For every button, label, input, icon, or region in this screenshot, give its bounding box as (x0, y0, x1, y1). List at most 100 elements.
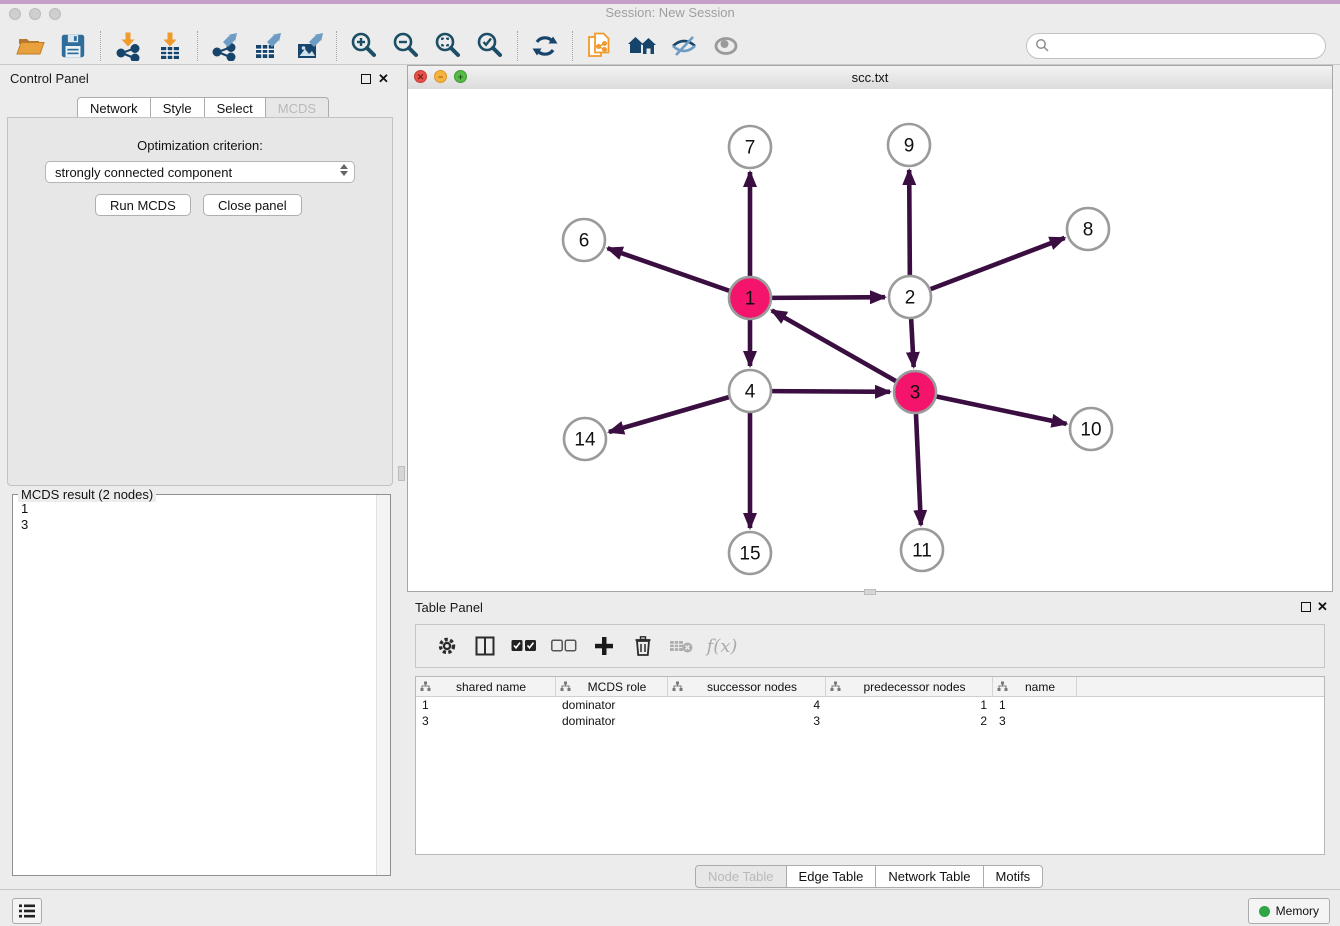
node-9[interactable]: 9 (888, 124, 930, 166)
node-label: 3 (910, 383, 921, 404)
node-7[interactable]: 7 (729, 126, 771, 168)
node-11[interactable]: 11 (901, 529, 943, 571)
edge-3-10[interactable] (937, 397, 1067, 424)
first-neighbors-button[interactable] (621, 29, 663, 63)
delete-table-button[interactable] (662, 629, 700, 663)
column-header-shared-name[interactable]: shared name (416, 677, 556, 696)
tab-edge-table[interactable]: Edge Table (787, 865, 877, 888)
control-panel-title: Control Panel (10, 71, 89, 86)
application-window: Session: New Session (0, 0, 1340, 926)
edge-2-8[interactable] (931, 238, 1065, 289)
edge-1-2[interactable] (772, 297, 885, 298)
horizontal-divider-handle[interactable] (864, 589, 876, 595)
node-15[interactable]: 15 (729, 532, 771, 574)
table-panel-close-icon[interactable]: ✕ (1317, 602, 1328, 612)
result-line: 3 (21, 517, 28, 533)
select-all-button[interactable] (504, 629, 544, 663)
open-session-button[interactable] (10, 29, 52, 63)
tab-motifs[interactable]: Motifs (984, 865, 1044, 888)
table-panel-tabs: Node TableEdge TableNetwork TableMotifs (695, 865, 1043, 888)
edge-4-3[interactable] (772, 391, 890, 392)
table-body: 1dominator4113dominator323 (416, 697, 1324, 729)
control-panel-float-icon[interactable] (361, 74, 371, 84)
node-1[interactable]: 1 (729, 277, 771, 319)
toolbar-separator (517, 31, 518, 61)
column-header-name[interactable]: name (993, 677, 1077, 696)
control-panel-close-icon[interactable]: ✕ (378, 74, 389, 84)
apply-layout-button[interactable] (524, 29, 566, 63)
node-3[interactable]: 3 (894, 371, 936, 413)
network-window-title: scc.txt (408, 70, 1332, 85)
add-icon (594, 636, 614, 656)
search-input[interactable] (1026, 33, 1326, 59)
network-canvas[interactable]: 7 9 6 8 1 2 4 3 14 10 15 11 (408, 89, 1332, 591)
save-session-button[interactable] (52, 29, 94, 63)
main-toolbar (0, 27, 1340, 65)
create-column-button[interactable] (584, 629, 624, 663)
export-image-button[interactable] (288, 29, 330, 63)
show-columns-button[interactable] (466, 629, 504, 663)
node-6[interactable]: 6 (563, 219, 605, 261)
memory-status-icon (1259, 906, 1270, 917)
run-mcds-button[interactable]: Run MCDS (95, 194, 191, 216)
import-table-button[interactable] (149, 29, 191, 63)
search-field-wrap (1026, 33, 1326, 59)
home-icon (626, 31, 658, 61)
gear-icon (436, 635, 458, 657)
optimization-criterion-label: Optimization criterion: (8, 138, 392, 153)
node-10[interactable]: 10 (1070, 408, 1112, 450)
node-label: 2 (905, 288, 916, 309)
column-header-predecessor-nodes[interactable]: predecessor nodes (826, 677, 993, 696)
zoom-out-button[interactable] (385, 29, 427, 63)
cell-successor-nodes: 4 (668, 698, 826, 712)
edge-1-6[interactable] (608, 248, 730, 290)
export-network-icon (210, 31, 240, 61)
zoom-fit-button[interactable] (427, 29, 469, 63)
table-settings-button[interactable] (428, 629, 466, 663)
export-image-icon (294, 31, 324, 61)
node-8[interactable]: 8 (1067, 208, 1109, 250)
edge-3-1[interactable] (772, 310, 896, 381)
mcds-result-box: MCDS result (2 nodes) 13 (12, 494, 391, 876)
table-row[interactable]: 1dominator411 (416, 697, 1324, 713)
node-2[interactable]: 2 (889, 276, 931, 318)
new-network-from-file-button[interactable] (579, 29, 621, 63)
import-network-icon (113, 31, 143, 61)
edge-4-14[interactable] (609, 397, 729, 432)
result-scrollbar[interactable] (376, 495, 390, 875)
edge-2-9[interactable] (909, 170, 910, 275)
task-history-button[interactable] (12, 898, 42, 924)
export-network-button[interactable] (204, 29, 246, 63)
table-panel-float-icon[interactable] (1301, 602, 1311, 612)
memory-button[interactable]: Memory (1248, 898, 1330, 924)
zoom-selected-button[interactable] (469, 29, 511, 63)
edge-3-11[interactable] (916, 414, 921, 525)
hide-selected-button[interactable] (663, 29, 705, 63)
zoom-in-button[interactable] (343, 29, 385, 63)
columns-icon (474, 635, 496, 657)
node-label: 1 (745, 289, 756, 310)
tab-network-table[interactable]: Network Table (876, 865, 983, 888)
edge-2-3[interactable] (911, 319, 914, 367)
toolbar-separator (197, 31, 198, 61)
column-header-successor-nodes[interactable]: successor nodes (668, 677, 826, 696)
close-panel-button[interactable]: Close panel (203, 194, 302, 216)
export-table-button[interactable] (246, 29, 288, 63)
table-row[interactable]: 3dominator323 (416, 713, 1324, 729)
import-network-button[interactable] (107, 29, 149, 63)
tab-node-table[interactable]: Node Table (695, 865, 787, 888)
criterion-dropdown[interactable]: strongly connected component (45, 161, 355, 183)
node-label: 9 (904, 136, 915, 157)
deselect-all-button[interactable] (544, 629, 584, 663)
node-14[interactable]: 14 (564, 418, 606, 460)
node-4[interactable]: 4 (729, 370, 771, 412)
table-header-row: shared nameMCDS rolesuccessor nodesprede… (416, 677, 1324, 697)
delete-icon (633, 635, 653, 657)
function-builder-button[interactable]: f(x) (700, 629, 744, 663)
delete-column-button[interactable] (624, 629, 662, 663)
cell-shared-name: 3 (416, 714, 556, 728)
column-header-MCDS-role[interactable]: MCDS role (556, 677, 668, 696)
network-view-window: ✕ − + scc.txt 7968124314101511 (407, 65, 1333, 592)
show-all-button[interactable] (705, 29, 747, 63)
vertical-divider-handle[interactable] (398, 466, 405, 481)
